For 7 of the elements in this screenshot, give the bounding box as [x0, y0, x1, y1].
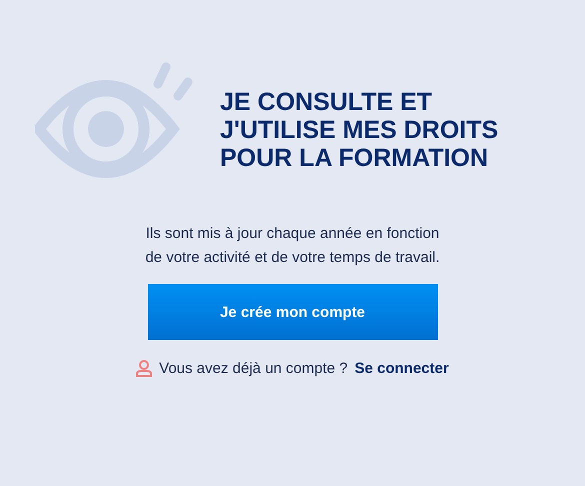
page-heading: JE CONSULTE ET J'UTILISE MES DROITS POUR LA FORMATION: [220, 88, 498, 172]
login-prompt: Vous avez déjà un compte ?: [159, 360, 348, 377]
eye-icon: [35, 62, 195, 180]
user-icon: [136, 360, 152, 377]
description-text: Ils sont mis à jour chaque année en fonction de votre activité et de votre temps de travail.: [144, 224, 441, 268]
signup-button[interactable]: Je crée mon compte: [148, 284, 438, 340]
login-link[interactable]: Se connecter: [354, 360, 449, 377]
